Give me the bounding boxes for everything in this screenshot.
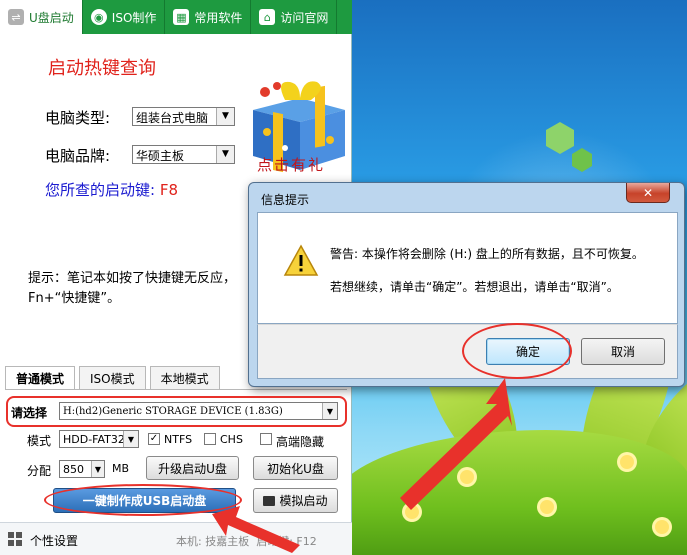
dialog-title: 信息提示 — [261, 193, 310, 207]
dialog-message-line: 若想继续，请单击“确定”。若想退出，请单击“取消”。 — [330, 280, 619, 294]
chevron-down-icon: ▼ — [123, 431, 138, 447]
mode-select-value: HDD-FAT32 — [63, 432, 125, 446]
tab-label: ISO制作 — [111, 10, 157, 25]
ntfs-label: NTFS — [164, 433, 193, 446]
tab-common-software[interactable]: ▦ 常用软件 — [165, 0, 252, 34]
home-icon: ⌂ — [259, 9, 276, 25]
monitor-icon — [263, 495, 276, 506]
mode-label: 模式 — [27, 434, 52, 448]
chevron-down-icon: ▼ — [91, 461, 104, 477]
settings-grid-icon[interactable] — [8, 532, 22, 546]
mode-select[interactable]: HDD-FAT32 ▼ — [59, 430, 139, 448]
computer-type-label: 电脑类型: — [45, 109, 111, 127]
close-button[interactable]: ✕ — [626, 183, 670, 203]
mode-tab-bar: 普通模式 ISO模式 本地模式 — [5, 366, 220, 390]
wallpaper-hexagons — [546, 122, 592, 172]
cancel-button[interactable]: 取消 — [581, 338, 665, 365]
alloc-select-value: 850 — [63, 462, 84, 476]
tab-local-mode[interactable]: 本地模式 — [149, 366, 220, 390]
main-tab-bar: ⇌ U盘启动 ◉ ISO制作 ▦ 常用软件 ⌂ 访问官网 — [0, 0, 352, 34]
simulate-boot-button[interactable]: 模拟启动 — [253, 488, 338, 513]
personal-settings-link[interactable]: 个性设置 — [30, 532, 78, 549]
machine-status-text: 本机: 技嘉主板 启动键: F12 — [176, 535, 317, 548]
tab-iso-make[interactable]: ◉ ISO制作 — [83, 0, 166, 34]
hotkey-title: 启动热键查询 — [48, 58, 156, 79]
high-hide-checkbox[interactable] — [260, 433, 272, 445]
computer-type-value: 组装台式电脑 — [136, 111, 209, 125]
wallpaper-flower — [620, 455, 634, 469]
tab-label: U盘启动 — [29, 10, 74, 25]
ok-button-highlight-oval — [462, 323, 572, 379]
usb-icon: ⇌ — [8, 9, 24, 25]
brand-value: 华硕主板 — [136, 149, 185, 163]
alloc-select[interactable]: 850 ▼ — [59, 460, 105, 478]
make-button-highlight-oval — [44, 484, 242, 516]
simulate-boot-label: 模拟启动 — [279, 494, 328, 508]
chevron-down-icon: ▼ — [216, 146, 234, 163]
gift-text[interactable]: 点击有礼 — [257, 154, 325, 175]
tab-label: 访问官网 — [280, 10, 329, 25]
tab-official-site[interactable]: ⌂ 访问官网 — [251, 0, 338, 34]
device-highlight-box — [6, 396, 347, 427]
warning-icon — [283, 244, 319, 276]
wallpaper-grass — [330, 430, 687, 555]
chs-label: CHS — [220, 433, 243, 446]
high-hide-label: 高端隐藏 — [276, 435, 325, 449]
brand-select[interactable]: 华硕主板 ▼ — [132, 145, 235, 164]
result-label: 您所查的启动键: — [45, 181, 156, 199]
wallpaper-flower — [405, 505, 419, 519]
status-bar: 个性设置 本机: 技嘉主板 启动键: F12 — [0, 522, 352, 555]
dialog-message-area: 警告: 本操作将会删除 (H:) 盘上的所有数据，且不可恢复。 若想继续，请单击… — [257, 212, 678, 324]
init-usb-button[interactable]: 初始化U盘 — [253, 456, 338, 480]
chs-checkbox[interactable] — [204, 433, 216, 445]
computer-type-select[interactable]: 组装台式电脑 ▼ — [132, 107, 235, 126]
grid-icon: ▦ — [173, 9, 190, 25]
result-key: F8 — [159, 181, 179, 199]
wallpaper-flower — [540, 500, 554, 514]
tab-label: 常用软件 — [194, 10, 243, 25]
alloc-unit: MB — [112, 462, 130, 475]
chevron-down-icon: ▼ — [216, 108, 234, 125]
tab-iso-mode[interactable]: ISO模式 — [79, 366, 146, 390]
disc-icon: ◉ — [90, 9, 107, 25]
alloc-label: 分配 — [27, 464, 52, 478]
ntfs-checkbox[interactable]: ✓ — [148, 433, 160, 445]
upgrade-usb-button[interactable]: 升级启动U盘 — [146, 456, 239, 480]
hotkey-result: 您所查的启动键: F8 — [45, 179, 178, 200]
tab-usb-boot[interactable]: ⇌ U盘启动 — [0, 0, 83, 34]
wallpaper-flower — [655, 520, 669, 534]
brand-label: 电脑品牌: — [45, 147, 111, 165]
dialog-message-line: 警告: 本操作将会删除 (H:) 盘上的所有数据，且不可恢复。 — [330, 247, 644, 261]
wallpaper-flower — [460, 470, 474, 484]
tab-normal-mode[interactable]: 普通模式 — [5, 366, 76, 390]
